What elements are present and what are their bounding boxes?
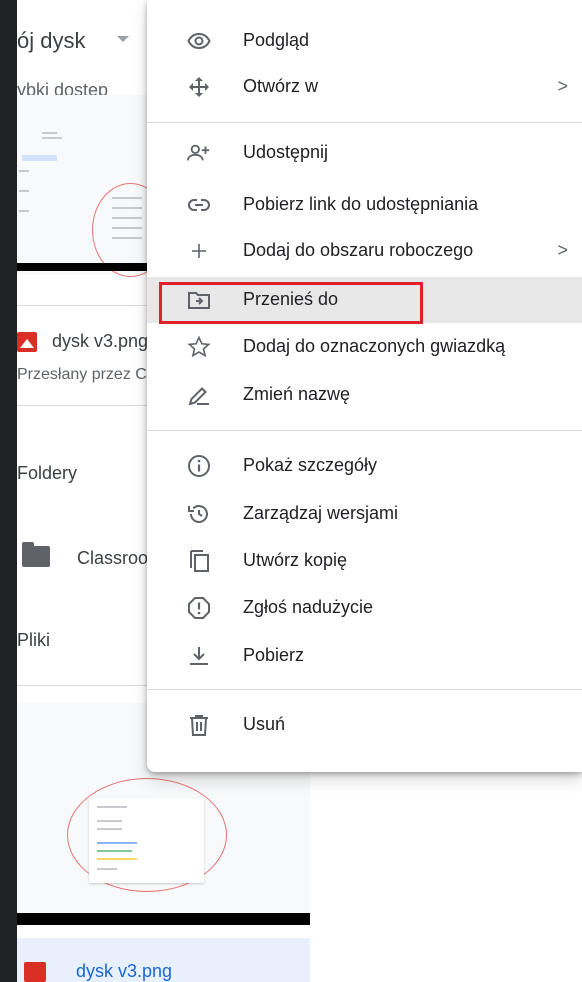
menu-item-label: Dodaj do oznaczonych gwiazdką — [243, 336, 506, 356]
menu-item-add-to-workspace[interactable]: Dodaj do obszaru roboczego > — [147, 228, 582, 274]
caret-down-icon[interactable] — [117, 36, 129, 42]
menu-item-label: Zgłoś nadużycie — [243, 597, 374, 617]
menu-item-preview[interactable]: Podgląd — [147, 18, 582, 64]
pencil-icon — [187, 383, 211, 407]
image-file-icon — [17, 332, 37, 352]
menu-item-label: Pokaż szczegóły — [243, 455, 378, 475]
chevron-right-icon: > — [557, 240, 568, 260]
highlight-annotation — [159, 282, 423, 324]
file-subtitle: Przesłany przez C — [17, 366, 147, 383]
info-icon — [187, 454, 211, 478]
menu-item-label: Zmień nazwę — [243, 384, 351, 404]
context-menu: Podgląd Otwórz w > Udostępnij Pobierz li… — [147, 0, 582, 772]
folder-icon — [22, 542, 50, 567]
menu-item-label: Otwórz w — [243, 76, 319, 96]
menu-item-share[interactable]: Udostępnij — [147, 130, 582, 176]
menu-item-make-copy[interactable]: Utwórz kopię — [147, 538, 582, 584]
menu-item-open-with[interactable]: Otwórz w > — [147, 64, 582, 110]
report-icon — [187, 596, 211, 620]
menu-item-download[interactable]: Pobierz — [147, 633, 582, 679]
copy-icon — [187, 549, 211, 573]
drive-title[interactable]: ój dysk — [17, 28, 85, 54]
menu-item-label: Usuń — [243, 714, 286, 734]
menu-item-rename[interactable]: Zmień nazwę — [147, 372, 582, 418]
menu-item-manage-versions[interactable]: Zarządzaj wersjami — [147, 491, 582, 537]
left-dark-strip — [0, 0, 17, 982]
chevron-right-icon: > — [557, 76, 568, 96]
image-file-icon — [24, 962, 46, 982]
menu-item-label: Dodaj do obszaru roboczego — [243, 240, 474, 260]
menu-item-label: Udostępnij — [243, 142, 329, 162]
eye-icon — [187, 29, 211, 53]
menu-item-report-abuse[interactable]: Zgłoś nadużycie — [147, 585, 582, 631]
menu-divider — [147, 430, 582, 431]
star-icon — [187, 335, 211, 359]
menu-item-label: Utwórz kopię — [243, 550, 348, 570]
download-icon — [187, 644, 211, 668]
menu-item-label: Podgląd — [243, 30, 310, 50]
plus-icon — [187, 239, 211, 263]
menu-item-get-link[interactable]: Pobierz link do udostępniania — [147, 182, 582, 228]
folders-heading: Foldery — [17, 463, 78, 483]
menu-item-delete[interactable]: Usuń — [147, 702, 582, 748]
menu-divider — [147, 122, 582, 123]
menu-item-label: Pobierz — [243, 645, 305, 665]
move-arrows-icon — [187, 75, 211, 99]
add-person-icon — [187, 141, 211, 165]
menu-divider — [147, 689, 582, 690]
files-heading: Pliki — [17, 630, 51, 650]
menu-item-label: Pobierz link do udostępniania — [243, 194, 479, 214]
file-name[interactable]: dysk v3.png — [52, 331, 148, 352]
menu-item-star[interactable]: Dodaj do oznaczonych gwiazdką — [147, 324, 582, 370]
history-icon — [187, 502, 211, 526]
menu-item-label: Zarządzaj wersjami — [243, 503, 399, 523]
file-name[interactable]: dysk v3.png — [76, 961, 172, 982]
link-icon — [187, 193, 211, 217]
folder-name[interactable]: Classroo — [77, 548, 148, 569]
trash-icon — [187, 713, 211, 737]
drive-content-area — [310, 772, 582, 982]
menu-item-show-details[interactable]: Pokaż szczegóły — [147, 443, 582, 489]
